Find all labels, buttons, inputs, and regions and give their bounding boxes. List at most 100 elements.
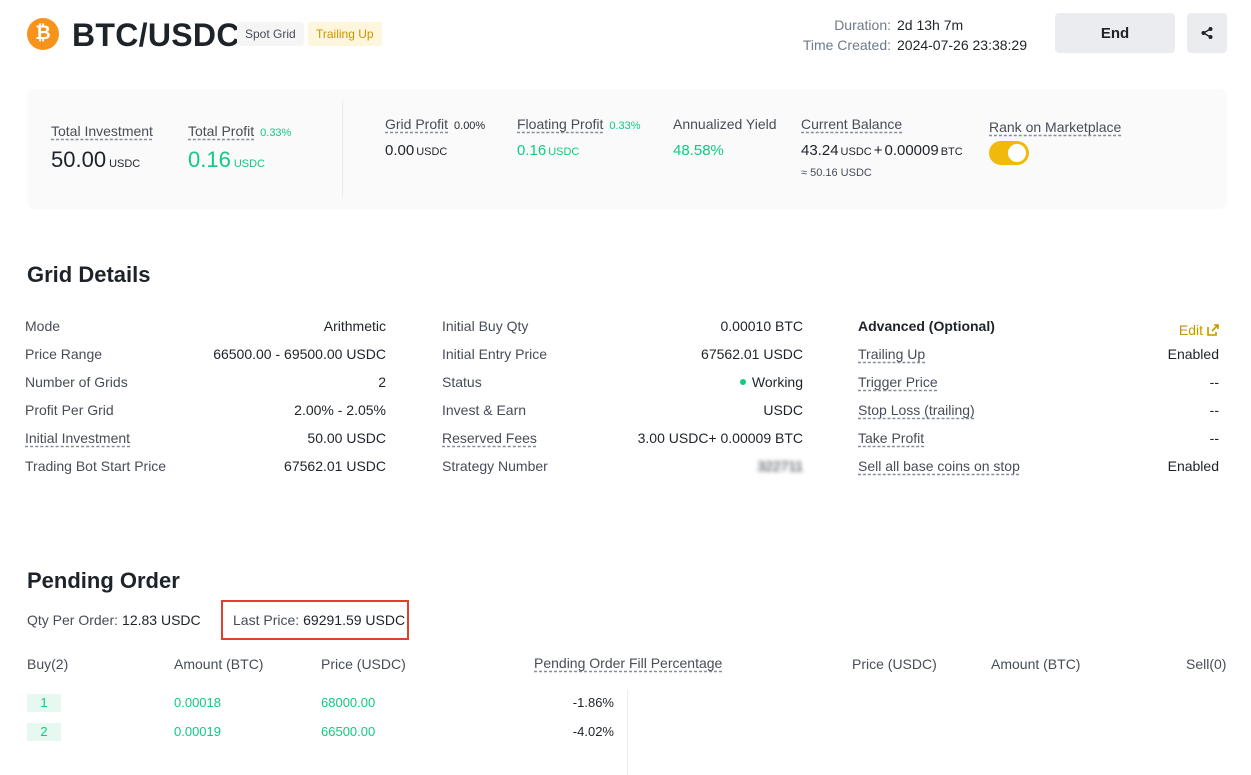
row-price: 66500.00 [321, 724, 376, 739]
sell-amount-header: Amount (BTC) [991, 656, 1081, 672]
detail-value: 50.00 USDC [307, 430, 386, 446]
annualized-label: Annualized Yield [673, 116, 777, 132]
detail-value: Enabled [1167, 346, 1219, 362]
detail-value: -- [1209, 402, 1219, 418]
floating-profit-pct: 0.33% [609, 120, 641, 132]
row-amount: 0.00018 [174, 695, 221, 710]
status-dot-icon [739, 379, 746, 386]
qty-per-order: Qty Per Order: 12.83 USDC [27, 612, 201, 628]
detail-value: 0.00010 BTC [720, 318, 804, 334]
pending-order-title: Pending Order [27, 568, 180, 593]
detail-row: Profit Per Grid 2.00% - 2.05% [25, 400, 386, 428]
total-profit-label[interactable]: Total Profit [188, 123, 254, 139]
detail-row: Trigger Price -- [858, 372, 1219, 400]
balance-plus: + [873, 142, 883, 159]
last-price-value: 69291.59 USDC [303, 612, 406, 628]
last-price-box: Last Price: 69291.59 USDC [221, 600, 409, 640]
total-investment-label[interactable]: Total Investment [51, 123, 153, 139]
duration-value: 2d 13h 7m [897, 17, 964, 33]
detail-key: Status [442, 374, 482, 390]
total-investment-value: 50.00 [51, 147, 107, 172]
bot-meta: Duration: 2d 13h 7m Time Created: 2024-07-… [803, 15, 1027, 55]
detail-value: -- [1209, 374, 1219, 390]
detail-key: Trading Bot Start Price [25, 458, 167, 474]
edit-label: Edit [1178, 322, 1203, 338]
detail-row: Mode Arithmetic [25, 316, 386, 344]
price-usdc-header: Price (USDC) [321, 656, 406, 672]
detail-key[interactable]: Stop Loss (trailing) [858, 400, 975, 428]
detail-key[interactable]: Take Profit [858, 428, 924, 456]
summary-panel: Total Investment 50.00 USDC Total Profit 0… [27, 89, 1227, 209]
detail-row: Initial Entry Price 67562.01 USDC [442, 344, 803, 372]
grid-profit-value: 0.00 [385, 142, 415, 159]
trailing-up-tag: Trailing Up [308, 22, 382, 46]
edit-icon [1207, 324, 1219, 336]
detail-value: Enabled [1167, 458, 1219, 474]
share-button[interactable] [1187, 13, 1227, 53]
balance-btc-unit: BTC [940, 146, 963, 158]
detail-value: 66500.00 - 69500.00 USDC [213, 346, 386, 362]
rank-label[interactable]: Rank on Marketplace [989, 119, 1121, 135]
edit-button[interactable]: Edit [1179, 316, 1219, 344]
status-text: Working [751, 374, 803, 390]
end-button[interactable]: End [1055, 13, 1175, 53]
balance-btc: 0.00009 [884, 142, 939, 159]
detail-key[interactable]: Sell all base coins on stop [858, 456, 1020, 484]
sell-header: Sell(0) [1186, 656, 1227, 672]
detail-key: Initial Buy Qty [442, 318, 529, 334]
grid-profit-label[interactable]: Grid Profit [385, 116, 448, 132]
total-investment: Total Investment 50.00 USDC [51, 123, 153, 173]
qty-value: 12.83 USDC [122, 612, 201, 628]
strategy-number-value: 322711 [757, 458, 803, 474]
grid-profit-pct: 0.00% [454, 120, 486, 132]
grid-details-title: Grid Details [27, 262, 151, 287]
detail-key[interactable]: Trailing Up [858, 344, 925, 372]
total-profit-pct: 0.33% [260, 127, 292, 139]
spot-grid-tag: Spot Grid [237, 22, 304, 46]
order-book-divider [627, 690, 628, 775]
fill-percentage-label: Pending Order Fill Percentage [534, 655, 723, 671]
advanced-title: Advanced (Optional) [858, 318, 995, 334]
grid-profit-unit: USDC [416, 146, 448, 158]
share-icon [1201, 27, 1213, 39]
summary-divider [342, 101, 343, 197]
balance-usdc-unit: USDC [840, 146, 872, 158]
floating-profit-label[interactable]: Floating Profit [517, 116, 603, 132]
pair-title: BTC/USDC [72, 17, 240, 53]
detail-key[interactable]: Initial Investment [25, 428, 130, 456]
advanced-header: Advanced (Optional) Edit [858, 316, 1219, 344]
detail-row: Price Range 66500.00 - 69500.00 USDC [25, 344, 386, 372]
rank-marketplace: Rank on Marketplace [989, 119, 1121, 165]
detail-value: 3.00 USDC+ 0.00009 BTC [637, 430, 803, 446]
floating-profit: Floating Profit 0.33% 0.16 USDC [517, 116, 641, 159]
total-profit-unit: USDC [233, 158, 265, 170]
bitcoin-icon: ₿ [27, 18, 59, 50]
fill-percentage-header[interactable]: Pending Order Fill Percentage [534, 655, 722, 671]
detail-key[interactable]: Reserved Fees [442, 428, 537, 456]
total-investment-unit: USDC [109, 158, 141, 170]
detail-key: Number of Grids [25, 374, 128, 390]
detail-key: Initial Entry Price [442, 346, 548, 362]
detail-key[interactable]: Trigger Price [858, 372, 938, 400]
total-profit-value: 0.16 [188, 147, 231, 172]
detail-row: Stop Loss (trailing) -- [858, 400, 1219, 428]
header: ₿ BTC/USDC Spot Grid Trailing Up Duratio… [27, 13, 1227, 58]
detail-key: Strategy Number [442, 458, 548, 474]
detail-value: 67562.01 USDC [284, 458, 386, 474]
grid-details-col1: Mode Arithmetic Price Range 66500.00 - 695… [25, 316, 386, 484]
balance-label[interactable]: Current Balance [801, 116, 902, 132]
row-index: 1 [27, 694, 61, 712]
balance-approx: ≈ 50.16 USDC [801, 167, 872, 179]
annualized-value: 48.58% [673, 142, 724, 159]
detail-value: -- [1209, 430, 1219, 446]
created-label: Time Created: [802, 37, 891, 53]
detail-row: Initial Investment 50.00 USDC [25, 428, 386, 456]
floating-profit-value: 0.16 [517, 142, 547, 159]
detail-key: Invest & Earn [442, 402, 527, 418]
detail-row: Take Profit -- [858, 428, 1219, 456]
detail-key: Mode [25, 318, 61, 334]
rank-toggle[interactable] [989, 141, 1029, 165]
row-fill: -4.02% [572, 724, 614, 739]
detail-value: 2 [378, 374, 386, 390]
row-amount: 0.00019 [174, 724, 221, 739]
